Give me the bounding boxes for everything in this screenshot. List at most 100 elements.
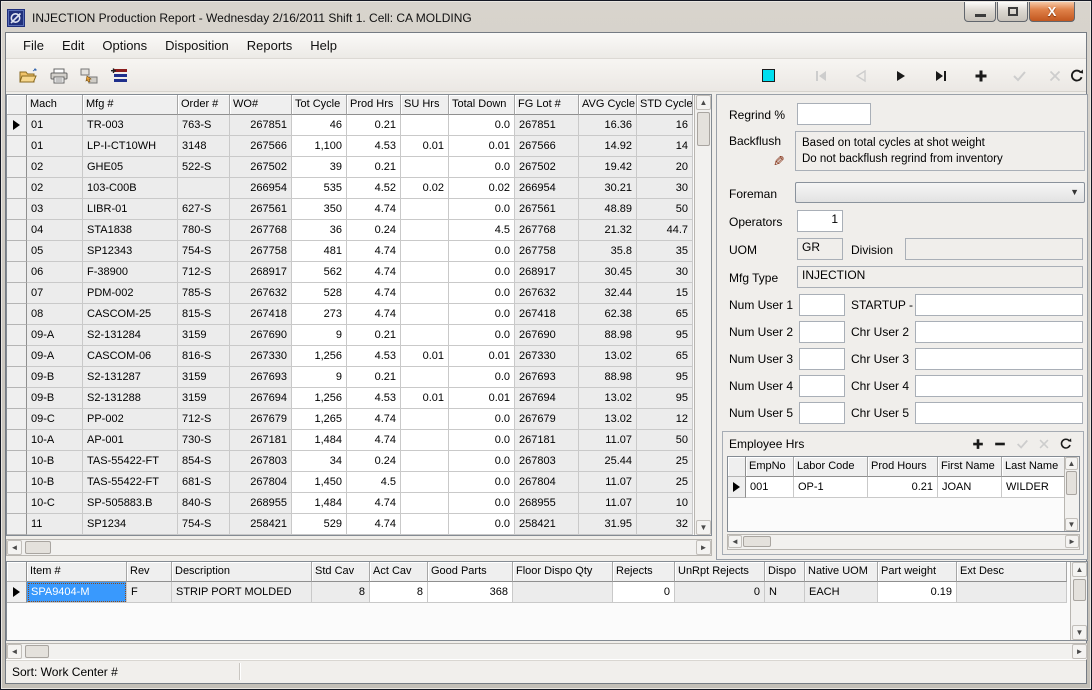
column-header[interactable]: FG Lot #: [515, 95, 579, 115]
nav-cancel-button[interactable]: [1046, 67, 1064, 85]
cell[interactable]: F: [127, 582, 172, 603]
cell[interactable]: 10-A: [27, 430, 83, 451]
cell[interactable]: [401, 430, 449, 451]
table-row[interactable]: 09-CPP-002712-S2676791,2654.740.02676791…: [7, 409, 711, 430]
cell[interactable]: 267690: [230, 325, 292, 346]
cell[interactable]: [401, 241, 449, 262]
cell[interactable]: 268917: [515, 262, 579, 283]
cell[interactable]: [401, 367, 449, 388]
cell[interactable]: 267804: [230, 472, 292, 493]
cell[interactable]: 35: [637, 241, 693, 262]
cell[interactable]: 65: [637, 346, 693, 367]
cell[interactable]: 31.95: [579, 514, 637, 535]
table-row[interactable]: 10-AAP-001730-S2671811,4844.740.02671811…: [7, 430, 711, 451]
cell[interactable]: 0.01: [401, 136, 449, 157]
cell[interactable]: 39: [292, 157, 347, 178]
production-grid-hscrollbar[interactable]: ◄ ►: [6, 539, 712, 556]
cell[interactable]: 267502: [515, 157, 579, 178]
nav-post-button[interactable]: [1010, 67, 1028, 85]
cell[interactable]: [401, 220, 449, 241]
cell[interactable]: [401, 157, 449, 178]
cell[interactable]: 04: [27, 220, 83, 241]
cell[interactable]: 30.45: [579, 262, 637, 283]
cell[interactable]: 0.21: [347, 325, 401, 346]
cell[interactable]: 267632: [515, 283, 579, 304]
cell[interactable]: 4.74: [347, 514, 401, 535]
chr-user-3-input[interactable]: [915, 348, 1083, 370]
cell[interactable]: 8: [312, 582, 370, 603]
cell[interactable]: 11: [27, 514, 83, 535]
cell[interactable]: 267690: [515, 325, 579, 346]
employee-delete-button[interactable]: [989, 435, 1011, 453]
table-row[interactable]: 10-BTAS-55422-FT681-S2678041,4504.50.026…: [7, 472, 711, 493]
cell[interactable]: 712-S: [178, 409, 230, 430]
cell[interactable]: LP-I-CT10WH: [83, 136, 178, 157]
cell[interactable]: 0.0: [449, 304, 515, 325]
details-button[interactable]: [106, 65, 132, 87]
cell[interactable]: 07: [27, 283, 83, 304]
cell[interactable]: 273: [292, 304, 347, 325]
scroll-up-icon[interactable]: ▲: [1065, 457, 1078, 470]
column-header[interactable]: UnRpt Rejects: [675, 562, 765, 582]
table-row[interactable]: 11SP1234754-S2584215294.740.025842131.95…: [7, 514, 711, 535]
cell[interactable]: 267758: [230, 241, 292, 262]
nav-next-button[interactable]: [892, 67, 910, 85]
cell[interactable]: 4.53: [347, 136, 401, 157]
cell[interactable]: 35.8: [579, 241, 637, 262]
num-user-5-input[interactable]: [799, 402, 845, 424]
column-header[interactable]: Prod Hrs: [347, 95, 401, 115]
cell[interactable]: 267566: [230, 136, 292, 157]
cell[interactable]: 02: [27, 157, 83, 178]
cell[interactable]: [513, 582, 613, 603]
column-header[interactable]: AVG Cycle: [579, 95, 637, 115]
cell[interactable]: 11.07: [579, 472, 637, 493]
cell[interactable]: 267758: [515, 241, 579, 262]
cell[interactable]: 06: [27, 262, 83, 283]
column-header[interactable]: Ext Desc: [957, 562, 1067, 582]
cell[interactable]: 25: [637, 472, 693, 493]
cell[interactable]: 267330: [230, 346, 292, 367]
cell[interactable]: 0.02: [449, 178, 515, 199]
cell[interactable]: STRIP PORT MOLDED: [172, 582, 312, 603]
cell[interactable]: 13.02: [579, 409, 637, 430]
cell[interactable]: 4.74: [347, 430, 401, 451]
column-header[interactable]: STD Cycle: [637, 95, 693, 115]
cell[interactable]: S2-131288: [83, 388, 178, 409]
cell[interactable]: 30: [637, 178, 693, 199]
cell[interactable]: [401, 493, 449, 514]
cell[interactable]: 816-S: [178, 346, 230, 367]
cell[interactable]: 10-B: [27, 451, 83, 472]
cell[interactable]: 1,100: [292, 136, 347, 157]
cell[interactable]: 267768: [230, 220, 292, 241]
cell[interactable]: 0.0: [449, 493, 515, 514]
cell[interactable]: 02: [27, 178, 83, 199]
cell[interactable]: 1,256: [292, 346, 347, 367]
cell[interactable]: 535: [292, 178, 347, 199]
table-row[interactable]: 02103-C00B2669545354.520.020.0226695430.…: [7, 178, 711, 199]
cell[interactable]: 11.07: [579, 493, 637, 514]
cell[interactable]: GHE05: [83, 157, 178, 178]
cell[interactable]: 05: [27, 241, 83, 262]
cell[interactable]: 4.53: [347, 388, 401, 409]
cell[interactable]: TR-003: [83, 115, 178, 136]
production-grid[interactable]: MachMfg #Order #WO#Tot CycleProd HrsSU H…: [6, 94, 712, 536]
cell[interactable]: WILDER: [1002, 477, 1066, 498]
cell[interactable]: 754-S: [178, 241, 230, 262]
table-row[interactable]: 04STA1838780-S267768360.244.526776821.32…: [7, 220, 711, 241]
cell[interactable]: 4.74: [347, 409, 401, 430]
cell[interactable]: 267679: [230, 409, 292, 430]
scroll-down-icon[interactable]: ▼: [1065, 518, 1078, 531]
cell[interactable]: 4.52: [347, 178, 401, 199]
cell[interactable]: 44.7: [637, 220, 693, 241]
cell[interactable]: SP-505883.B: [83, 493, 178, 514]
cell[interactable]: 10-B: [27, 472, 83, 493]
cell[interactable]: 21.32: [579, 220, 637, 241]
table-row[interactable]: 03LIBR-01627-S2675613504.740.026756148.8…: [7, 199, 711, 220]
cell[interactable]: OP-1: [794, 477, 868, 498]
cell[interactable]: 09-C: [27, 409, 83, 430]
cell[interactable]: 50: [637, 199, 693, 220]
cell[interactable]: 267768: [515, 220, 579, 241]
cell[interactable]: 0.01: [449, 136, 515, 157]
nav-prior-button[interactable]: [852, 67, 870, 85]
menu-file[interactable]: File: [14, 35, 53, 56]
